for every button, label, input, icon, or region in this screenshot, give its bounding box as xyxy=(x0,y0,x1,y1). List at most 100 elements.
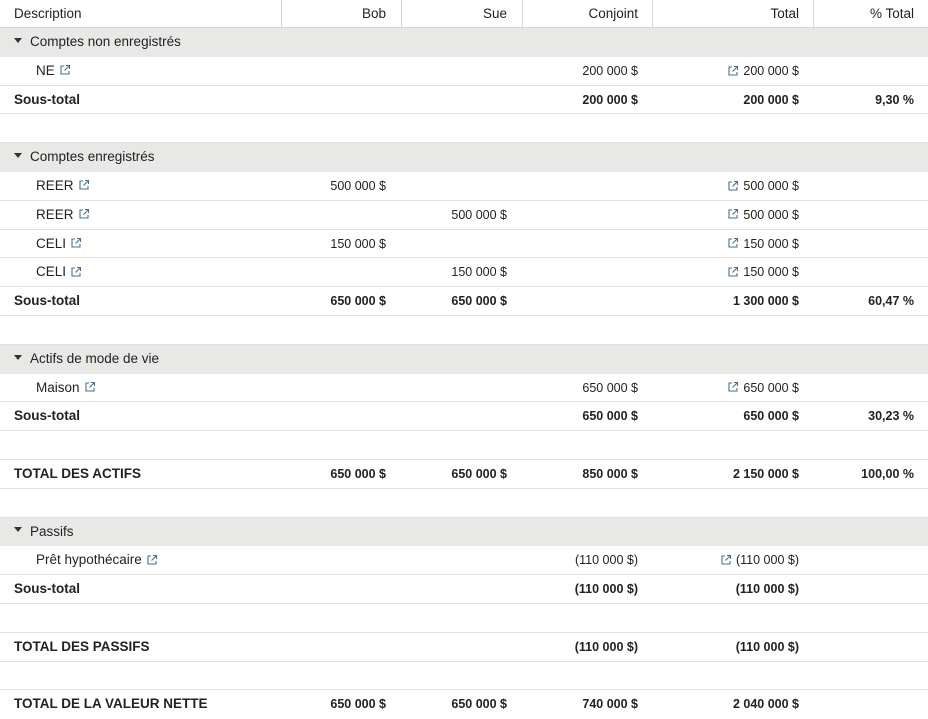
external-link-icon[interactable] xyxy=(727,208,739,220)
cell-bob: 150 000 $ xyxy=(330,236,386,251)
account-label: REER xyxy=(36,177,74,193)
section-title: Passifs xyxy=(30,523,74,539)
account-link[interactable]: CELI xyxy=(36,230,82,258)
caret-down-icon[interactable] xyxy=(14,153,22,159)
cell-total: 2 040 000 $ xyxy=(732,697,799,712)
account-link[interactable]: REER xyxy=(36,201,90,229)
spacer-row xyxy=(0,604,928,633)
subtotal-row: Sous-total (110 000 $) (110 000 $) xyxy=(0,575,928,604)
spacer-row xyxy=(0,114,928,144)
cell-total: 150 000 $ xyxy=(743,265,799,280)
cell-total: 200 000 $ xyxy=(743,63,799,78)
cell-total: 500 000 $ xyxy=(743,207,799,222)
cell-total-link[interactable]: 200 000 $ xyxy=(727,57,799,85)
external-link-icon[interactable] xyxy=(70,266,82,278)
column-header-sue[interactable]: Sue xyxy=(483,0,507,28)
account-label: CELI xyxy=(36,264,67,280)
cell-total-link[interactable]: 150 000 $ xyxy=(727,230,799,258)
external-link-icon[interactable] xyxy=(59,64,71,76)
external-link-icon[interactable] xyxy=(727,381,739,393)
subtotal-label: Sous-total xyxy=(14,293,80,309)
cell-total: (110 000 $) xyxy=(735,582,799,597)
table-row: NE 200 000 $ 200 000 $ xyxy=(0,57,928,86)
section-title: Comptes non enregistrés xyxy=(30,34,181,49)
column-divider[interactable] xyxy=(652,0,653,27)
column-divider[interactable] xyxy=(522,0,523,27)
subtotal-label: Sous-total xyxy=(14,581,80,597)
cell-conjoint: 850 000 $ xyxy=(582,466,638,481)
column-header-pct-total[interactable]: % Total xyxy=(870,0,914,28)
external-link-icon[interactable] xyxy=(720,554,732,566)
account-label: Prêt hypothécaire xyxy=(36,552,142,568)
cell-conjoint: (110 000 $) xyxy=(574,639,638,654)
cell-pct-total: 100,00 % xyxy=(861,466,914,481)
cell-total-link[interactable]: 500 000 $ xyxy=(727,172,799,200)
external-link-icon[interactable] xyxy=(78,179,90,191)
cell-total: 1 300 000 $ xyxy=(732,294,799,309)
account-label: REER xyxy=(36,206,74,222)
net-worth-table: Description Bob Sue Conjoint Total % Tot… xyxy=(0,0,928,719)
cell-total: (110 000 $) xyxy=(735,639,799,654)
table-row: REER 500 000 $ 500 000 $ xyxy=(0,172,928,201)
subtotal-row: Sous-total 650 000 $ 650 000 $ 1 300 000… xyxy=(0,287,928,316)
account-link[interactable]: REER xyxy=(36,172,90,200)
cell-total-link[interactable]: 150 000 $ xyxy=(727,258,799,286)
table-row: Prêt hypothécaire (110 000 $) (110 000 $… xyxy=(0,546,928,576)
external-link-icon[interactable] xyxy=(84,381,96,393)
cell-total: 650 000 $ xyxy=(743,409,799,424)
section-header-registered[interactable]: Comptes enregistrés xyxy=(0,143,928,172)
column-divider[interactable] xyxy=(281,0,282,27)
caret-down-icon[interactable] xyxy=(14,527,22,533)
column-header-conjoint[interactable]: Conjoint xyxy=(588,0,638,28)
external-link-icon[interactable] xyxy=(78,208,90,220)
column-header-total[interactable]: Total xyxy=(770,0,799,28)
cell-total: 500 000 $ xyxy=(743,178,799,193)
cell-total-link[interactable]: 500 000 $ xyxy=(727,201,799,229)
column-header-bob[interactable]: Bob xyxy=(362,0,386,28)
total-liabilities-row: TOTAL DES PASSIFS (110 000 $) (110 000 $… xyxy=(0,633,928,662)
cell-conjoint: 740 000 $ xyxy=(582,697,638,712)
account-link[interactable]: NE xyxy=(36,57,71,85)
external-link-icon[interactable] xyxy=(146,554,158,566)
section-toggle[interactable]: Actifs de mode de vie xyxy=(14,345,159,373)
account-link[interactable]: Prêt hypothécaire xyxy=(36,546,158,574)
caret-down-icon[interactable] xyxy=(14,354,22,360)
total-label: TOTAL DES ACTIFS xyxy=(14,465,142,481)
section-toggle[interactable]: Comptes non enregistrés xyxy=(14,28,181,56)
account-link[interactable]: CELI xyxy=(36,258,82,286)
cell-conjoint: 200 000 $ xyxy=(582,92,638,107)
account-link[interactable]: Maison xyxy=(36,374,96,402)
spacer-row xyxy=(0,489,928,518)
cell-total: 150 000 $ xyxy=(743,236,799,251)
table-row: REER 500 000 $ 500 000 $ xyxy=(0,201,928,230)
column-divider[interactable] xyxy=(813,0,814,27)
spacer-row xyxy=(0,662,928,691)
cell-conjoint: (110 000 $) xyxy=(574,553,638,568)
cell-bob: 650 000 $ xyxy=(330,466,386,481)
section-toggle[interactable]: Comptes enregistrés xyxy=(14,143,155,171)
external-link-icon[interactable] xyxy=(727,237,739,249)
section-header-lifestyle[interactable]: Actifs de mode de vie xyxy=(0,344,928,374)
subtotal-row: Sous-total 200 000 $ 200 000 $ 9,30 % xyxy=(0,86,928,115)
section-toggle[interactable]: Passifs xyxy=(14,518,74,546)
external-link-icon[interactable] xyxy=(727,266,739,278)
cell-pct-total: 30,23 % xyxy=(868,409,914,424)
section-header-non-registered[interactable]: Comptes non enregistrés xyxy=(0,28,928,57)
cell-bob: 650 000 $ xyxy=(330,294,386,309)
column-divider[interactable] xyxy=(401,0,402,27)
table-row: CELI 150 000 $ 150 000 $ xyxy=(0,230,928,259)
cell-total-link[interactable]: (110 000 $) xyxy=(720,546,799,574)
external-link-icon[interactable] xyxy=(727,65,739,77)
account-label: Maison xyxy=(36,379,80,395)
external-link-icon[interactable] xyxy=(727,180,739,192)
section-header-liabilities[interactable]: Passifs xyxy=(0,517,928,547)
column-header-description[interactable]: Description xyxy=(14,0,82,28)
spacer-row xyxy=(0,431,928,460)
cell-sue: 500 000 $ xyxy=(451,207,507,222)
table-row: Maison 650 000 $ 650 000 $ xyxy=(0,374,928,403)
caret-down-icon[interactable] xyxy=(14,37,22,43)
account-label: CELI xyxy=(36,235,67,251)
external-link-icon[interactable] xyxy=(70,237,82,249)
total-label: TOTAL DES PASSIFS xyxy=(14,638,150,654)
cell-total-link[interactable]: 650 000 $ xyxy=(727,374,799,402)
